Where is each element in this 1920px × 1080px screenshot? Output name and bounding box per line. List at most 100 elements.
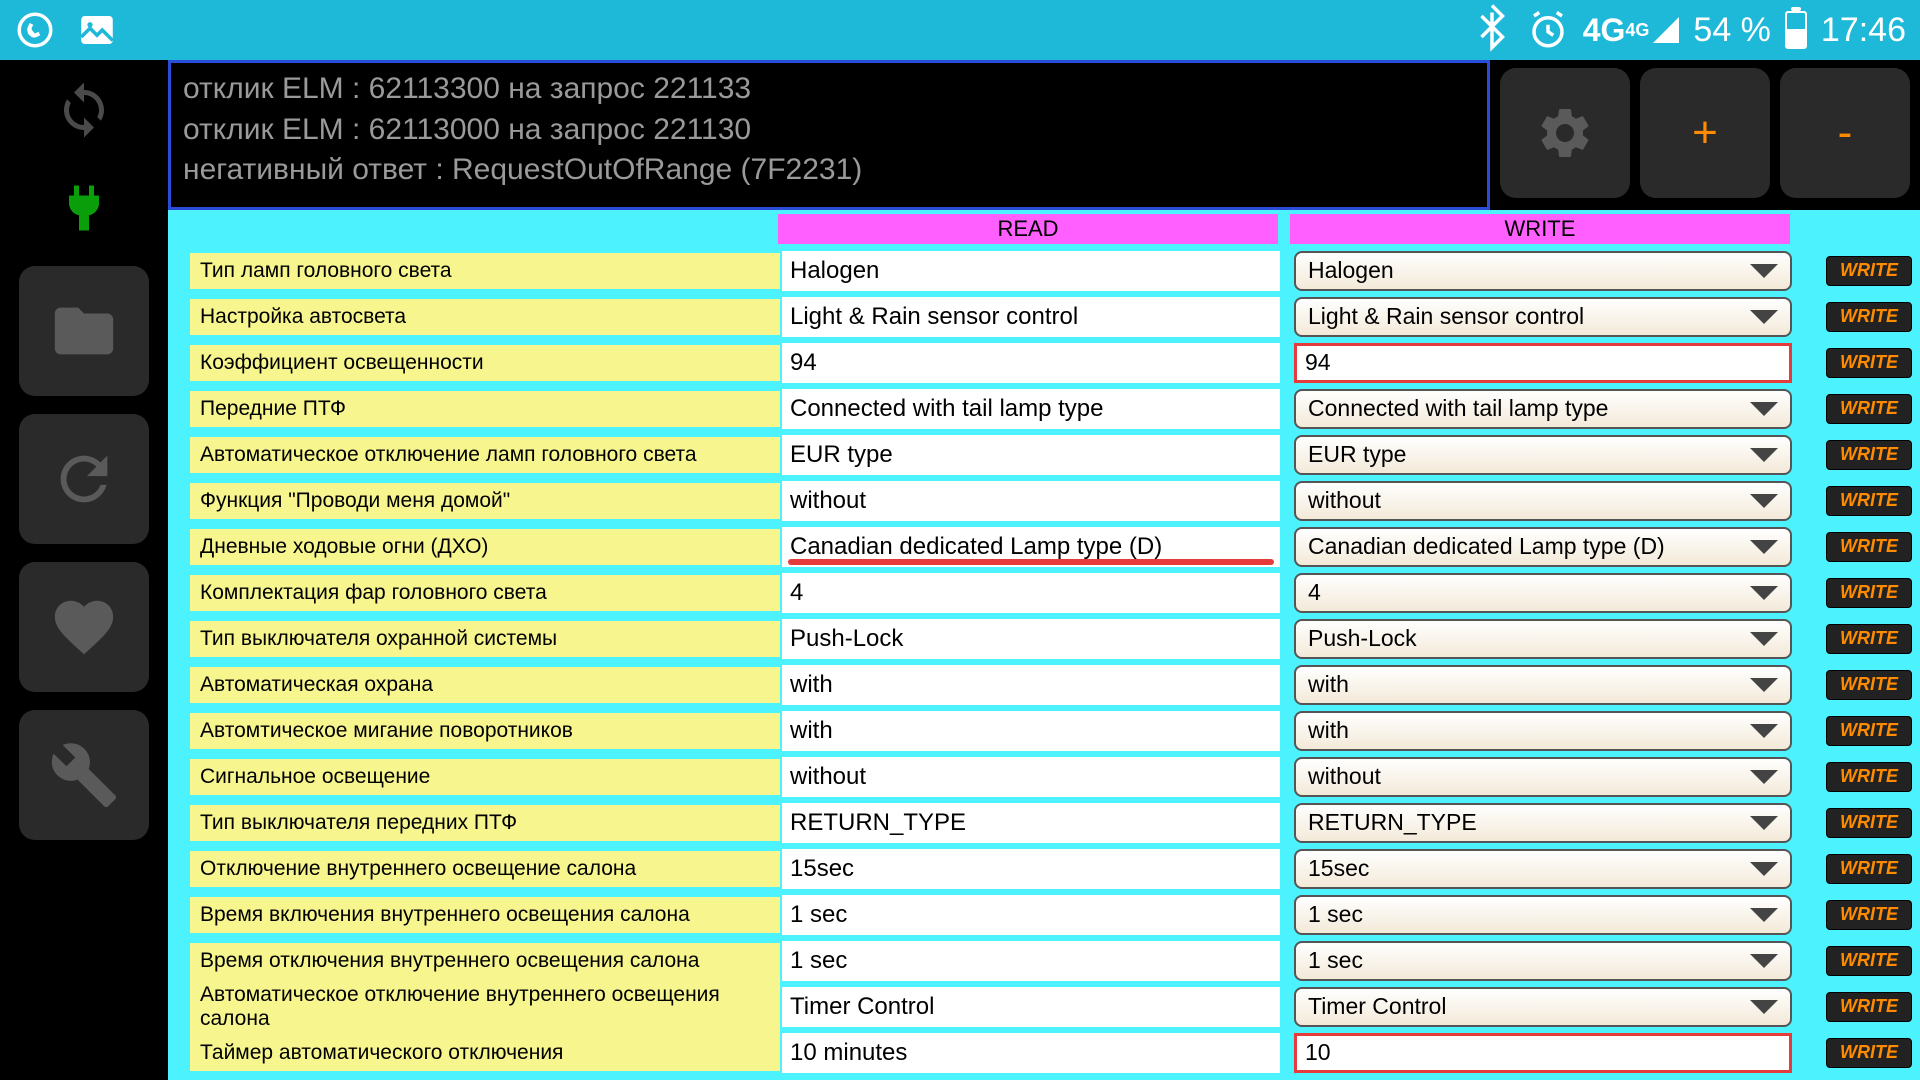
write-button[interactable]: WRITE [1826,348,1912,378]
parameter-read-value: without [782,481,1280,521]
write-button[interactable]: WRITE [1826,762,1912,792]
parameter-read-value: 94 [782,343,1280,383]
parameter-row: Тип выключателя охранной системыPush-Loc… [168,616,1920,661]
chevron-down-icon [1750,264,1778,278]
parameter-label: Тип выключателя передних ПТФ [190,805,780,841]
parameter-dropdown[interactable]: RETURN_TYPE [1294,803,1792,843]
parameter-row: Тип ламп головного светаHalogenHalogenWR… [168,248,1920,293]
parameter-label: Коэффициент освещенности [190,345,780,381]
write-button[interactable]: WRITE [1826,808,1912,838]
top-row: отклик ELM : 62113300 на запрос 221133 о… [168,60,1920,210]
parameter-dropdown[interactable]: EUR type [1294,435,1792,475]
parameter-row: Автоматическое отключение ламп головного… [168,432,1920,477]
parameter-read-value: 4 [782,573,1280,613]
parameter-dropdown[interactable]: with [1294,711,1792,751]
parameter-dropdown[interactable]: Timer Control [1294,987,1792,1027]
parameter-dropdown[interactable]: Push-Lock [1294,619,1792,659]
parameter-rows: Тип ламп головного светаHalogenHalogenWR… [168,248,1920,1080]
settings-button[interactable] [1500,68,1630,198]
write-button[interactable]: WRITE [1826,532,1912,562]
parameter-read-value: RETURN_TYPE [782,803,1280,843]
write-button[interactable]: WRITE [1826,394,1912,424]
parameter-dropdown[interactable]: 4 [1294,573,1792,613]
parameter-read-value: 15sec [782,849,1280,889]
write-button[interactable]: WRITE [1826,624,1912,654]
parameter-row: Автоматическое отключение внутреннего ос… [168,984,1920,1029]
parameter-row: Дневные ходовые огни (ДХО)Canadian dedic… [168,524,1920,569]
parameter-dropdown[interactable]: Light & Rain sensor control [1294,297,1792,337]
sync-icon[interactable] [44,70,124,150]
chevron-down-icon [1750,862,1778,876]
parameter-row: Функция "Проводи меня домой"withoutwitho… [168,478,1920,523]
parameter-dropdown[interactable]: without [1294,481,1792,521]
heart-button[interactable] [19,562,149,692]
parameter-read-value: 10 minutes [782,1033,1280,1073]
parameter-dropdown[interactable]: with [1294,665,1792,705]
parameter-row: Время включения внутреннего освещения са… [168,892,1920,937]
parameter-read-value: Light & Rain sensor control [782,297,1280,337]
network-indicator: 4G4G [1583,12,1680,49]
battery-icon [1785,11,1807,49]
parameter-read-value: without [782,757,1280,797]
parameter-read-value: with [782,711,1280,751]
status-bar: 4G4G 54 % 17:46 [0,0,1920,60]
chevron-down-icon [1750,448,1778,462]
write-button[interactable]: WRITE [1826,1038,1912,1068]
column-headers: READ WRITE [168,210,1920,248]
parameter-row: Сигнальное освещениеwithoutwithoutWRITE [168,754,1920,799]
parameter-read-value: with [782,665,1280,705]
chevron-down-icon [1750,540,1778,554]
write-button[interactable]: WRITE [1826,992,1912,1022]
parameter-label: Комплектация фар головного света [190,575,780,611]
zoom-in-button[interactable]: + [1640,68,1770,198]
parameter-read-value: EUR type [782,435,1280,475]
chevron-down-icon [1750,724,1778,738]
write-button[interactable]: WRITE [1826,578,1912,608]
parameter-row: Передние ПТФConnected with tail lamp typ… [168,386,1920,431]
parameter-row: Комплектация фар головного света44WRITE [168,570,1920,615]
parameter-label: Сигнальное освещение [190,759,780,795]
plug-icon[interactable] [44,168,124,248]
bluetooth-icon [1471,9,1513,51]
gallery-icon [76,9,118,51]
write-button[interactable]: WRITE [1826,946,1912,976]
parameter-row: Автоматическая охранаwithwithWRITE [168,662,1920,707]
parameter-row: Тип выключателя передних ПТФRETURN_TYPER… [168,800,1920,845]
parameter-dropdown[interactable]: Canadian dedicated Lamp type (D) [1294,527,1792,567]
write-button[interactable]: WRITE [1826,716,1912,746]
parameter-dropdown[interactable]: Connected with tail lamp type [1294,389,1792,429]
parameter-row: Коэффициент освещенности9494WRITE [168,340,1920,385]
dropdown-value: 4 [1308,579,1321,606]
folder-button[interactable] [19,266,149,396]
write-button[interactable]: WRITE [1826,302,1912,332]
wrench-button[interactable] [19,710,149,840]
parameter-input[interactable]: 10 [1294,1033,1792,1073]
chevron-down-icon [1750,954,1778,968]
write-button[interactable]: WRITE [1826,854,1912,884]
parameter-dropdown[interactable]: 1 sec [1294,941,1792,981]
write-button[interactable]: WRITE [1826,440,1912,470]
parameter-dropdown[interactable]: 1 sec [1294,895,1792,935]
write-button[interactable]: WRITE [1826,486,1912,516]
parameter-label: Автоматическая охрана [190,667,780,703]
write-button[interactable]: WRITE [1826,670,1912,700]
parameter-dropdown[interactable]: without [1294,757,1792,797]
parameter-label: Автомтическое мигание поворотников [190,713,780,749]
dropdown-value: 1 sec [1308,947,1363,974]
parameter-dropdown[interactable]: Halogen [1294,251,1792,291]
write-button[interactable]: WRITE [1826,256,1912,286]
zoom-out-button[interactable]: - [1780,68,1910,198]
parameter-read-value: Push-Lock [782,619,1280,659]
chevron-down-icon [1750,632,1778,646]
dropdown-value: with [1308,671,1349,698]
parameter-label: Время включения внутреннего освещения са… [190,897,780,933]
parameter-dropdown[interactable]: 15sec [1294,849,1792,889]
dropdown-value: Light & Rain sensor control [1308,303,1584,330]
chevron-down-icon [1750,908,1778,922]
log-console: отклик ELM : 62113300 на запрос 221133 о… [168,60,1490,210]
parameter-label: Тип выключателя охранной системы [190,621,780,657]
write-button[interactable]: WRITE [1826,900,1912,930]
chevron-down-icon [1750,678,1778,692]
parameter-input[interactable]: 94 [1294,343,1792,383]
refresh-button[interactable] [19,414,149,544]
